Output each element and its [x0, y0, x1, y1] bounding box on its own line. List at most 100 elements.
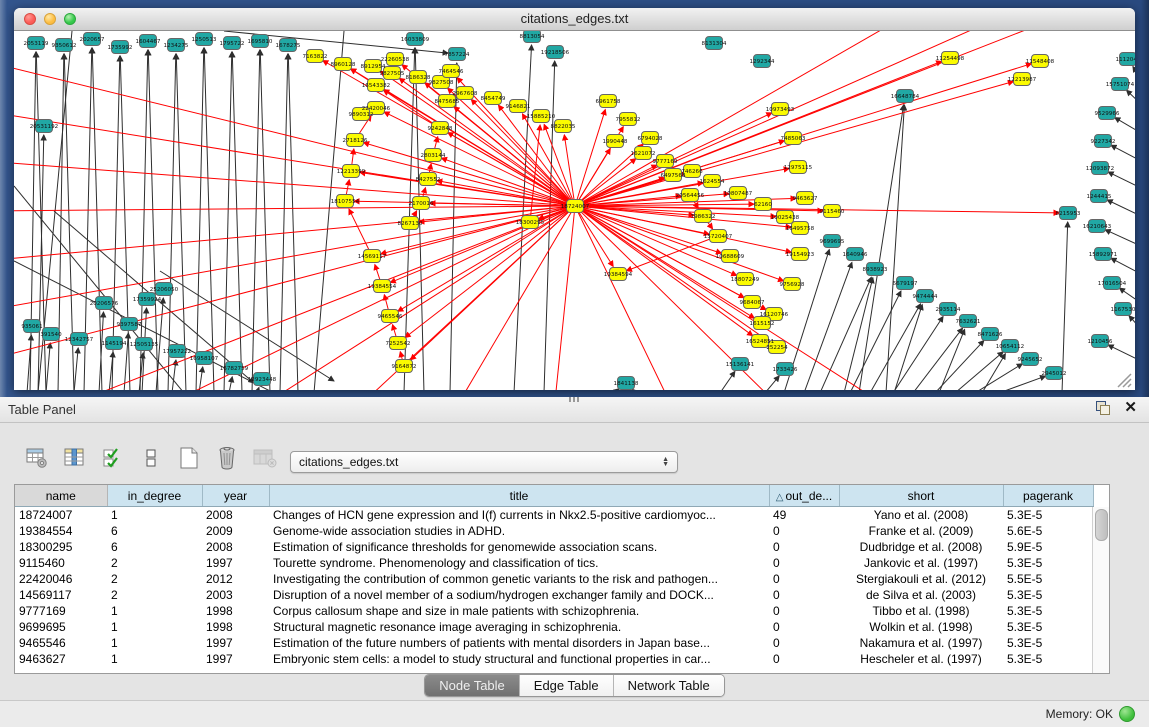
black-edge[interactable]	[260, 50, 270, 390]
red-edge[interactable]	[383, 90, 440, 128]
black-edge[interactable]	[982, 354, 1005, 390]
table-cell[interactable]: 5.3E-5	[1003, 555, 1093, 571]
table-cell[interactable]: 18724007	[15, 507, 107, 524]
black-edge[interactable]	[74, 348, 78, 390]
network-canvas[interactable]: 1872400771638228960128891295422260538982…	[14, 31, 1135, 390]
black-edge[interactable]	[804, 262, 852, 390]
table-cell[interactable]: 1997	[202, 651, 269, 667]
red-edge[interactable]	[14, 206, 575, 211]
node-table-grid[interactable]: namein_degreeyeartitle△out_de...shortpag…	[15, 485, 1094, 667]
black-edge[interactable]	[955, 352, 1003, 390]
red-edge[interactable]	[454, 206, 575, 390]
red-edge[interactable]	[564, 135, 575, 206]
column-header-year[interactable]: year	[202, 485, 269, 507]
black-edge[interactable]	[1111, 258, 1135, 274]
black-edge[interactable]	[168, 54, 176, 390]
black-edge[interactable]	[1127, 90, 1135, 104]
black-edge[interactable]	[224, 52, 232, 390]
table-cell[interactable]: 1997	[202, 555, 269, 571]
table-row[interactable]: 1830029562008Estimation of significance …	[15, 539, 1093, 555]
select-columns-icon[interactable]	[100, 445, 126, 471]
black-edge[interactable]	[38, 135, 44, 390]
red-edge[interactable]	[14, 111, 575, 206]
table-cell[interactable]: 22420046	[15, 571, 107, 587]
black-edge[interactable]	[1115, 118, 1135, 133]
black-edge[interactable]	[1111, 145, 1135, 161]
table-cell[interactable]: Investigating the contribution of common…	[269, 571, 769, 587]
row-height-icon[interactable]	[138, 445, 164, 471]
table-cell[interactable]: Structural magnetic resonance image aver…	[269, 619, 769, 635]
black-edge[interactable]	[1107, 200, 1135, 216]
table-row[interactable]: 977716911998Corpus callosum shape and si…	[15, 603, 1093, 619]
table-cell[interactable]: 5.3E-5	[1003, 507, 1093, 524]
table-scrollbar-thumb[interactable]	[1095, 509, 1108, 541]
table-cell[interactable]: 9465546	[15, 635, 107, 651]
table-cell[interactable]: Genome-wide association studies in ADHD.	[269, 523, 769, 539]
table-cell[interactable]: 5.9E-5	[1003, 539, 1093, 555]
table-cell[interactable]: Dudbridge et al. (2008)	[839, 539, 1003, 555]
tab-edge-table[interactable]: Edge Table	[520, 675, 614, 696]
red-edge[interactable]	[364, 143, 575, 206]
black-edge[interactable]	[176, 54, 186, 390]
table-cell[interactable]: 0	[769, 651, 839, 667]
table-cell[interactable]: Disruption of a novel member of a sodium…	[269, 587, 769, 603]
black-edge[interactable]	[160, 271, 334, 381]
red-edge[interactable]	[380, 71, 575, 206]
table-cell[interactable]: 0	[769, 635, 839, 651]
tab-network-table[interactable]: Network Table	[614, 675, 724, 696]
resize-grip-icon[interactable]	[1118, 374, 1131, 387]
tab-node-table[interactable]: Node Table	[425, 675, 520, 696]
table-cell[interactable]: 5.5E-5	[1003, 571, 1093, 587]
table-cell[interactable]: 0	[769, 619, 839, 635]
black-edge[interactable]	[199, 367, 203, 390]
red-edge[interactable]	[405, 206, 575, 337]
black-edge[interactable]	[859, 105, 904, 390]
black-edge[interactable]	[92, 48, 102, 390]
table-cell[interactable]: 5.3E-5	[1003, 619, 1093, 635]
table-cell[interactable]: 0	[769, 523, 839, 539]
table-cell[interactable]: 9777169	[15, 603, 107, 619]
table-row[interactable]: 1456911722003Disruption of a novel membe…	[15, 587, 1093, 603]
red-edge[interactable]	[349, 209, 372, 256]
table-cell[interactable]: 2008	[202, 539, 269, 555]
table-row[interactable]: 946362711997Embryonic stem cells: a mode…	[15, 651, 1093, 667]
red-edge[interactable]	[254, 206, 575, 390]
float-panel-icon[interactable]	[1096, 401, 1110, 415]
table-cell[interactable]: 2	[107, 587, 202, 603]
black-edge[interactable]	[850, 291, 901, 390]
table-row[interactable]: 969969511998Structural magnetic resonanc…	[15, 619, 1093, 635]
black-edge[interactable]	[1108, 172, 1135, 188]
table-select-dropdown[interactable]: citations_edges.txt ▲▼	[290, 451, 678, 473]
table-cell[interactable]: 18300295	[15, 539, 107, 555]
column-header-in_degree[interactable]: in_degree	[107, 485, 202, 507]
table-cell[interactable]: Tourette syndrome. Phenomenology and cla…	[269, 555, 769, 571]
red-edge[interactable]	[411, 206, 575, 360]
red-edge[interactable]	[448, 133, 575, 206]
table-cell[interactable]: 2	[107, 571, 202, 587]
table-cell[interactable]: Estimation of significance thresholds fo…	[269, 539, 769, 555]
black-edge[interactable]	[913, 328, 963, 390]
black-edge[interactable]	[1129, 316, 1135, 329]
table-cell[interactable]: Franke et al. (2009)	[839, 523, 1003, 539]
memory-indicator[interactable]	[1119, 706, 1135, 722]
network-view[interactable]: 1872400771638228960128891295422260538982…	[14, 31, 1135, 390]
black-edge[interactable]	[720, 371, 735, 390]
table-settings-icon[interactable]	[24, 445, 50, 471]
table-cell[interactable]: Corpus callosum shape and size in male p…	[269, 603, 769, 619]
column-header-short[interactable]: short	[839, 485, 1003, 507]
red-edge[interactable]	[575, 61, 942, 206]
black-edge[interactable]	[280, 54, 288, 390]
table-cell[interactable]: 5.6E-5	[1003, 523, 1093, 539]
table-cell[interactable]: 1997	[202, 635, 269, 651]
table-cell[interactable]: 9463627	[15, 651, 107, 667]
table-cell[interactable]: Hescheler et al. (1997)	[839, 651, 1003, 667]
splitter-handle[interactable]	[569, 397, 579, 402]
table-cell[interactable]: 6	[107, 523, 202, 539]
table-cell[interactable]: 0	[769, 603, 839, 619]
table-cell[interactable]: 2009	[202, 523, 269, 539]
black-edge[interactable]	[204, 48, 214, 390]
red-edge[interactable]	[384, 112, 575, 206]
red-edge[interactable]	[360, 172, 575, 206]
black-edge[interactable]	[820, 277, 871, 390]
black-edge[interactable]	[939, 329, 965, 390]
